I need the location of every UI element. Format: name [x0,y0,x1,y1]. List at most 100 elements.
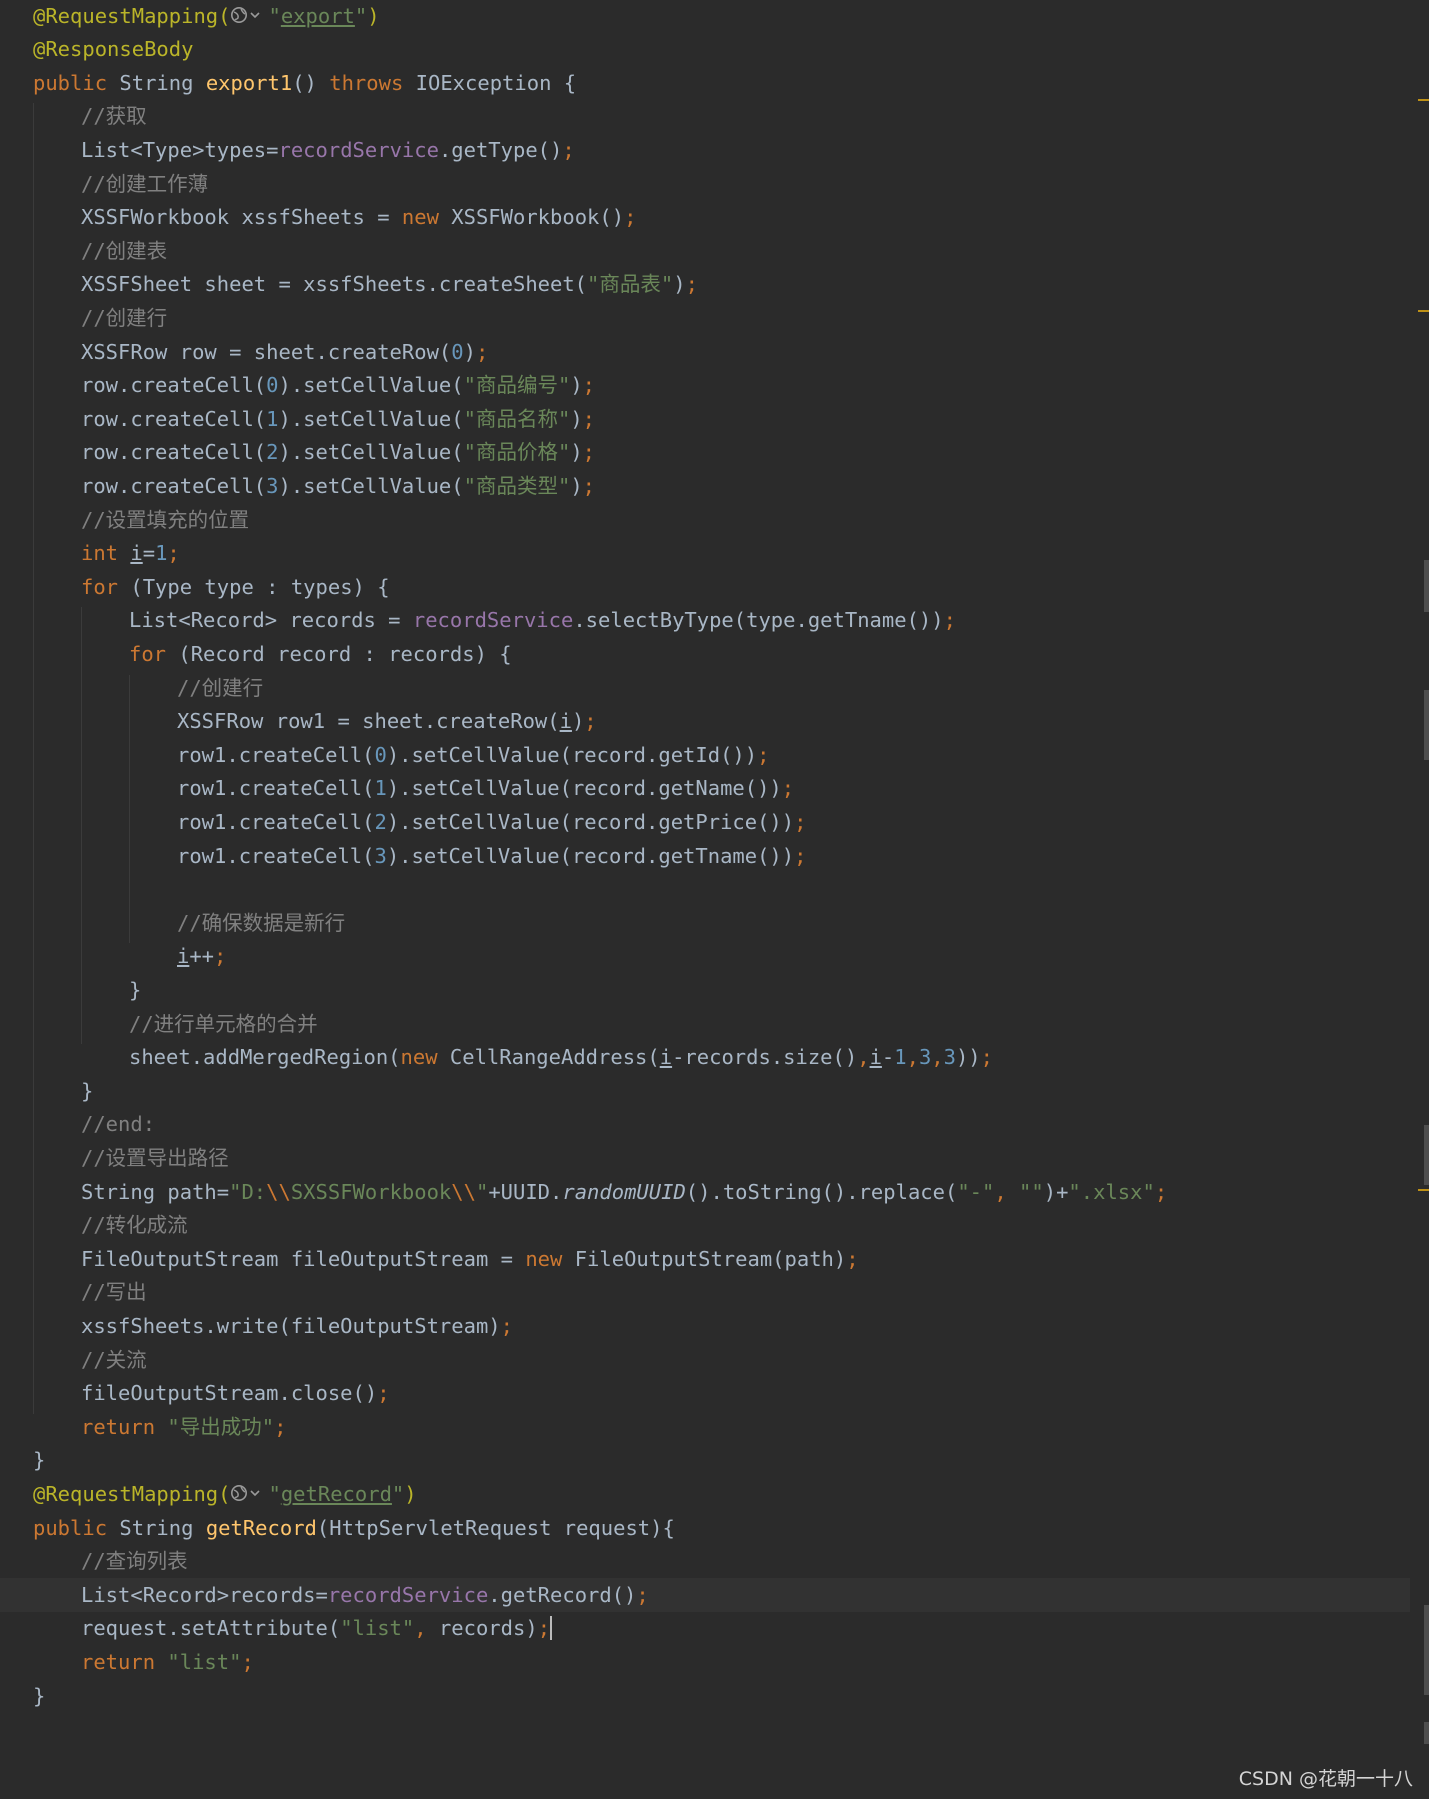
code-line[interactable]: //创建工作薄 [0,167,1410,201]
code-line[interactable]: //确保数据是新行 [0,906,1410,940]
code-line[interactable]: i++; [0,939,1410,973]
code-token: public [33,1515,120,1540]
code-token: "商品表" [587,272,674,297]
code-line[interactable]: //写出 [0,1275,1410,1309]
code-line[interactable]: int i=1; [0,536,1410,570]
code-token: ; [537,1616,551,1641]
warning-marker[interactable] [1418,99,1429,101]
code-editor[interactable]: @RequestMapping("export") @ResponseBody pu… [0,0,1429,1799]
code-token: ; [794,809,807,834]
code-line-content: //设置填充的位置 [81,503,249,537]
code-line[interactable]: row1.createCell(2).setCellValue(record.g… [0,805,1410,839]
editor-scrollbar[interactable] [1410,0,1429,1799]
code-token: i [869,1045,882,1070]
globe-dropdown-icon[interactable] [230,5,268,25]
scroll-thumb[interactable] [1424,690,1429,760]
code-line[interactable]: } [0,1443,1410,1477]
code-line[interactable]: return "导出成功"; [0,1410,1410,1444]
code-line[interactable]: } [0,1679,1410,1713]
code-line[interactable]: row1.createCell(3).setCellValue(record.g… [0,839,1410,873]
code-line[interactable]: //关流 [0,1343,1410,1377]
code-line[interactable]: XSSFRow row = sheet.createRow(0); [0,335,1410,369]
code-token: ).setCellValue( [278,406,464,431]
code-line[interactable]: //设置导出路径 [0,1141,1410,1175]
code-line-content: //转化成流 [81,1208,188,1242]
code-token: //进行单元格的合并 [129,1011,318,1036]
code-token: SXSSFWorkbook [290,1179,452,1204]
code-line[interactable]: row.createCell(1).setCellValue("商品名称"); [0,402,1410,436]
code-line[interactable]: row.createCell(0).setCellValue("商品编号"); [0,368,1410,402]
code-line[interactable]: row.createCell(2).setCellValue("商品价格"); [0,435,1410,469]
code-line[interactable]: List<Record> records = recordService.sel… [0,603,1410,637]
code-line[interactable]: @RequestMapping("getRecord") [0,1477,1410,1511]
code-line-content: int i=1; [81,536,180,570]
code-token: ) [570,473,583,498]
code-line[interactable]: //创建行 [0,671,1410,705]
code-token: String [119,1515,206,1540]
code-line[interactable]: XSSFRow row1 = sheet.createRow(i); [0,704,1410,738]
code-line[interactable]: fileOutputStream.close(); [0,1376,1410,1410]
code-token: 3 [266,473,279,498]
code-line-content: fileOutputStream.close(); [81,1376,390,1410]
code-line[interactable]: FileOutputStream fileOutputStream = new … [0,1242,1410,1276]
code-token: " [475,1179,489,1204]
code-token: "list" [167,1649,242,1674]
code-line[interactable]: row1.createCell(0).setCellValue(record.g… [0,738,1410,772]
code-line[interactable]: for (Type type : types) { [0,570,1410,604]
code-line-content: xssfSheets.write(fileOutputStream); [81,1309,513,1343]
code-line[interactable]: //转化成流 [0,1208,1410,1242]
code-token: row.createCell( [81,473,267,498]
code-line[interactable]: public String getRecord(HttpServletReque… [0,1511,1410,1545]
code-line[interactable]: xssfSheets.write(fileOutputStream); [0,1309,1410,1343]
code-line[interactable]: //设置填充的位置 [0,503,1410,537]
globe-dropdown-icon[interactable] [230,1483,268,1503]
code-line[interactable]: String path="D:\\SXSSFWorkbook\\"+UUID.r… [0,1175,1410,1209]
scroll-thumb[interactable] [1424,1125,1429,1185]
code-token: //创建表 [81,238,168,263]
code-line-content: @ResponseBody [33,32,193,66]
code-line[interactable]: sheet.addMergedRegion(new CellRangeAddre… [0,1040,1410,1074]
code-token: ).setCellValue(record.getPrice()) [386,809,795,834]
code-token: } [129,977,142,1002]
code-token: int [81,541,131,566]
code-token: records) [438,1616,538,1641]
warning-marker[interactable] [1418,1189,1429,1191]
code-line[interactable]: //end: [0,1107,1410,1141]
code-token: ; [846,1246,859,1271]
code-token: ++ [189,944,215,969]
code-token: FileOutputStream fileOutputStream = [81,1246,526,1271]
code-line[interactable]: request.setAttribute("list", records); [0,1611,1410,1645]
code-token: ).setCellValue(record.getId()) [386,742,758,767]
code-line[interactable]: row.createCell(3).setCellValue("商品类型"); [0,469,1410,503]
code-line[interactable]: return "list"; [0,1645,1410,1679]
code-line[interactable]: XSSFWorkbook xssfSheets = new XSSFWorkbo… [0,200,1410,234]
scroll-thumb[interactable] [1424,560,1429,612]
code-token: } [33,1448,46,1473]
code-line[interactable]: @RequestMapping("export") [0,0,1410,33]
code-line-content: XSSFRow row1 = sheet.createRow(i); [177,704,597,738]
code-line[interactable]: //创建行 [0,301,1410,335]
code-token: row1.createCell( [177,843,375,868]
code-line[interactable]: } [0,973,1410,1007]
code-token: , [906,1045,919,1070]
code-line[interactable]: //获取 [0,99,1410,133]
code-line[interactable]: //进行单元格的合并 [0,1007,1410,1041]
scroll-thumb[interactable] [1424,1722,1429,1744]
code-line[interactable]: public String export1() throws IOExcepti… [0,66,1410,100]
code-token: "商品名称" [463,406,571,431]
code-line[interactable]: List<Type>types=recordService.getType(); [0,133,1410,167]
code-line[interactable]: row1.createCell(1).setCellValue(record.g… [0,771,1410,805]
code-line[interactable]: //创建表 [0,234,1410,268]
code-line[interactable] [0,872,1410,906]
code-line[interactable]: List<Record>records=recordService.getRec… [0,1577,1410,1612]
code-line-content: //创建表 [81,234,167,268]
warning-marker[interactable] [1418,310,1429,312]
code-line[interactable]: XSSFSheet sheet = xssfSheets.createSheet… [0,267,1410,301]
code-token: @ResponseBody [33,37,194,62]
code-line-content: row.createCell(0).setCellValue("商品编号"); [81,368,595,402]
scroll-thumb[interactable] [1424,1605,1429,1695]
code-line[interactable]: @ResponseBody [0,32,1410,66]
code-line[interactable]: for (Record record : records) { [0,637,1410,671]
code-line[interactable]: } [0,1074,1410,1108]
code-line[interactable]: //查询列表 [0,1544,1410,1578]
